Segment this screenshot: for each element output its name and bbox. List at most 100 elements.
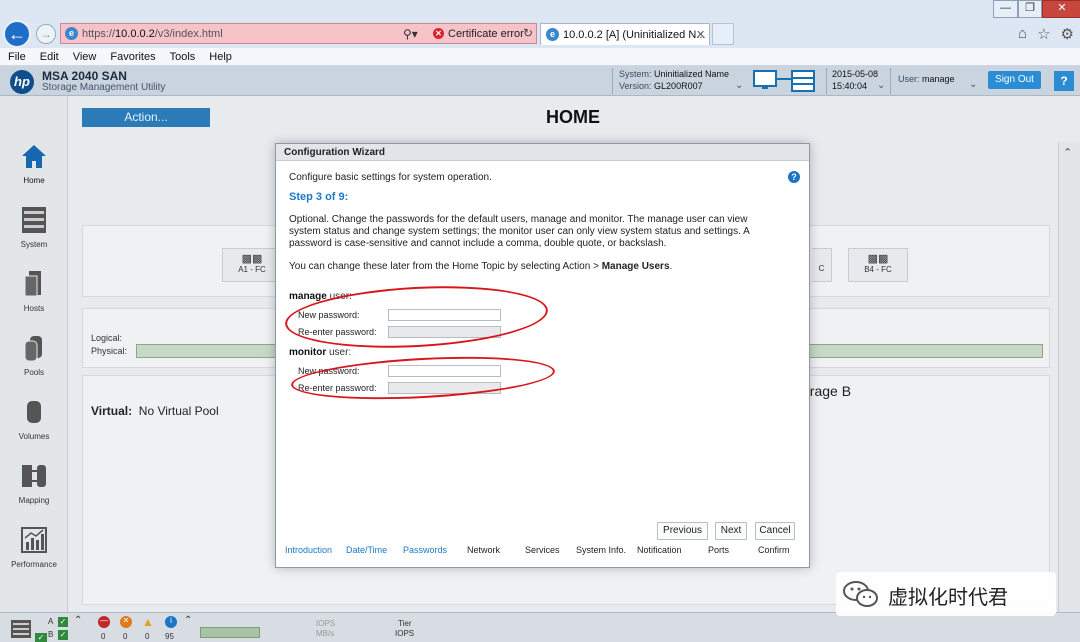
step-introduction[interactable]: Introduction bbox=[285, 545, 332, 555]
wechat-logo-icon bbox=[843, 581, 878, 607]
watermark-text: 虚拟化时代君 bbox=[888, 587, 1008, 609]
step-passwords[interactable]: Passwords bbox=[403, 545, 447, 555]
enclosure-icon[interactable] bbox=[10, 619, 32, 639]
close-window-button[interactable]: ✕ bbox=[1042, 0, 1080, 18]
dialog-title: Configuration Wizard bbox=[276, 144, 809, 161]
critical-icon[interactable]: — bbox=[98, 616, 110, 628]
menu-favorites[interactable]: Favorites bbox=[110, 51, 155, 63]
nav-mapping[interactable]: Mapping bbox=[0, 462, 68, 505]
chevron-down-icon[interactable]: ⌄ bbox=[877, 80, 885, 91]
address-bar[interactable]: e https://10.0.0.2/v3/index.html ⚲▾ ✕ Ce… bbox=[60, 23, 537, 44]
tools-gear-icon[interactable]: ⚙ bbox=[1061, 25, 1074, 43]
check-icon: ✓ bbox=[35, 633, 47, 642]
wizard-later-note: You can change these later from the Home… bbox=[289, 261, 673, 272]
favorites-star-icon[interactable]: ☆ bbox=[1037, 25, 1050, 43]
physical-label: Physical: bbox=[91, 346, 128, 356]
mapping-icon bbox=[22, 465, 46, 487]
help-button[interactable]: ? bbox=[1054, 71, 1074, 91]
nav-system[interactable]: System bbox=[0, 206, 68, 249]
logical-label: Logical: bbox=[91, 333, 123, 343]
forward-button[interactable]: → bbox=[36, 24, 56, 44]
sign-out-button[interactable]: Sign Out bbox=[988, 71, 1041, 89]
menu-view[interactable]: View bbox=[73, 51, 97, 63]
page-title: HOME bbox=[546, 107, 600, 127]
product-name: MSA 2040 SAN bbox=[42, 69, 127, 83]
ie-favicon-icon: e bbox=[65, 27, 78, 40]
menu-tools[interactable]: Tools bbox=[170, 51, 196, 63]
action-button[interactable]: Action... bbox=[82, 108, 210, 127]
iops-label: IOPS bbox=[316, 619, 336, 628]
menu-file[interactable]: File bbox=[8, 51, 26, 63]
chevron-up-icon[interactable]: ⌃ bbox=[74, 615, 82, 626]
port-b4[interactable]: ▩▩ B4 - FC bbox=[848, 248, 908, 282]
monitor-user-heading: monitor user: bbox=[289, 347, 352, 358]
chevron-down-icon[interactable]: ⌄ bbox=[969, 74, 977, 96]
scroll-up-icon[interactable]: ⌃ bbox=[1063, 146, 1072, 159]
pools-icon bbox=[24, 336, 42, 362]
wizard-description: Optional. Change the passwords for the d… bbox=[289, 214, 750, 249]
app-header: hp MSA 2040 SAN Storage Management Utili… bbox=[0, 66, 1080, 96]
toolbar-icons: ⌂ ☆ ⚙ bbox=[1018, 25, 1074, 43]
step-system-info: System Info. bbox=[576, 545, 627, 555]
search-dropdown-icon[interactable]: ⚲▾ bbox=[403, 27, 418, 41]
new-tab-button[interactable] bbox=[712, 23, 734, 45]
hp-logo-icon: hp bbox=[10, 70, 34, 94]
certificate-error-icon[interactable]: ✕ bbox=[433, 28, 444, 39]
help-icon[interactable]: ? bbox=[788, 171, 800, 183]
volumes-icon bbox=[27, 401, 41, 423]
warning-icon[interactable]: ▲ bbox=[142, 615, 154, 629]
wizard-intro: Configure basic settings for system oper… bbox=[289, 172, 492, 183]
menu-help[interactable]: Help bbox=[209, 51, 232, 63]
performance-icon bbox=[21, 527, 47, 553]
step-confirm: Confirm bbox=[758, 545, 790, 555]
step-ports: Ports bbox=[708, 545, 730, 555]
chevron-down-icon[interactable]: ⌄ bbox=[735, 80, 743, 91]
certificate-error-label[interactable]: Certificate error bbox=[448, 28, 524, 40]
port-c[interactable]: C bbox=[812, 248, 832, 282]
product-subtitle: Storage Management Utility bbox=[42, 82, 166, 93]
nav-hosts[interactable]: Hosts bbox=[0, 270, 68, 313]
status-bar: ✓ A B ✓ ✓ ⌃ — ✕ ▲ i 0 0 0 95 ⌃ IOPS MB/s… bbox=[0, 612, 1080, 642]
previous-button[interactable]: Previous bbox=[657, 522, 708, 540]
browser-tab[interactable]: e 10.0.0.2 [A] (Uninitialized N... ✕ bbox=[540, 23, 710, 45]
user-info[interactable]: User: manage ⌄ bbox=[890, 68, 982, 94]
error-icon[interactable]: ✕ bbox=[120, 616, 132, 628]
restore-button[interactable]: ❐ bbox=[1018, 0, 1042, 18]
port-a1[interactable]: ▩▩ A1 - FC bbox=[222, 248, 282, 282]
controller-b-label: B bbox=[48, 630, 54, 639]
home-page-icon[interactable]: ⌂ bbox=[1018, 25, 1027, 43]
controller-a-ok-icon: ✓ bbox=[58, 617, 68, 627]
nav-performance[interactable]: Performance bbox=[0, 526, 68, 569]
tier-label: Tier bbox=[398, 619, 412, 628]
step-network: Network bbox=[467, 545, 501, 555]
back-button[interactable]: ← bbox=[3, 20, 31, 48]
port-icon: ▩▩ bbox=[241, 253, 263, 265]
tier-iops-label: IOPS bbox=[395, 629, 415, 638]
virtual-pool-status: Virtual: No Virtual Pool bbox=[91, 404, 219, 418]
menu-edit[interactable]: Edit bbox=[40, 51, 59, 63]
nav-home[interactable]: Home bbox=[0, 142, 68, 185]
menu-bar: File Edit View Favorites Tools Help bbox=[0, 48, 1080, 66]
step-notification: Notification bbox=[637, 545, 682, 555]
date-time[interactable]: 2015-05-08 15:40:04 ⌄ bbox=[826, 68, 890, 94]
nav-pools[interactable]: Pools bbox=[0, 334, 68, 377]
scrollbar[interactable]: ⌃ bbox=[1058, 142, 1080, 612]
nav-volumes[interactable]: Volumes bbox=[0, 398, 68, 441]
tab-favicon-icon: e bbox=[546, 28, 559, 41]
left-navigation: Home System Hosts Pools Volumes Mapping … bbox=[0, 96, 68, 612]
minimize-button[interactable]: — bbox=[993, 0, 1018, 18]
chevron-up-icon[interactable]: ⌃ bbox=[184, 615, 192, 626]
cancel-button[interactable]: Cancel bbox=[755, 522, 795, 540]
tab-close-icon[interactable]: ✕ bbox=[696, 28, 705, 41]
refresh-icon[interactable]: ↻ bbox=[523, 26, 533, 40]
step-date-time[interactable]: Date/Time bbox=[346, 545, 387, 555]
controller-b-ok-icon: ✓ bbox=[58, 630, 68, 640]
configuration-wizard-dialog: Configuration Wizard ? Configure basic s… bbox=[275, 143, 810, 568]
system-info[interactable]: System: Uninitialized Name Version: GL20… bbox=[612, 68, 748, 94]
wizard-step: Step 3 of 9: bbox=[289, 191, 349, 203]
system-monitor-icon[interactable] bbox=[752, 69, 816, 93]
home-icon bbox=[22, 145, 46, 168]
next-button[interactable]: Next bbox=[715, 522, 747, 540]
info-icon[interactable]: i bbox=[165, 616, 177, 628]
system-icon bbox=[22, 207, 46, 233]
